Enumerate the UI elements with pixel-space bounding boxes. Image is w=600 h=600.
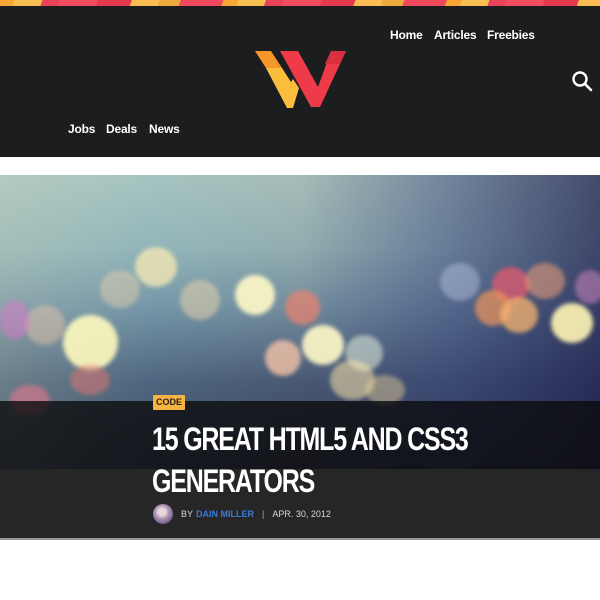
bokeh-light bbox=[180, 280, 220, 320]
article-meta: BY DAIN MILLER | APR. 30, 2012 bbox=[153, 504, 331, 524]
nav-news[interactable]: News bbox=[149, 122, 180, 136]
nav-deals[interactable]: Deals bbox=[106, 122, 137, 136]
bokeh-light bbox=[25, 305, 65, 345]
bokeh-light bbox=[265, 340, 301, 376]
bokeh-light bbox=[551, 303, 593, 343]
author-avatar[interactable] bbox=[153, 504, 173, 524]
bokeh-light bbox=[500, 297, 538, 333]
nav-freebies[interactable]: Freebies bbox=[487, 28, 535, 42]
bokeh-light bbox=[575, 270, 600, 304]
w-logo-icon[interactable] bbox=[255, 51, 347, 108]
bokeh-light bbox=[525, 263, 565, 299]
bokeh-light bbox=[135, 247, 177, 287]
bokeh-light bbox=[440, 263, 480, 301]
category-badge[interactable]: CODE bbox=[153, 395, 186, 410]
article-title-line-2: GENERATORS bbox=[152, 463, 315, 499]
search-icon[interactable] bbox=[571, 70, 593, 92]
article-title-line-1: 15 GREAT HTML5 AND CSS3 bbox=[152, 421, 469, 457]
bokeh-light bbox=[285, 290, 320, 325]
article-title[interactable]: 15 GREAT HTML5 AND CSS3 GENERATORS bbox=[152, 418, 480, 502]
nav-home[interactable]: Home bbox=[390, 28, 423, 42]
nav-jobs[interactable]: Jobs bbox=[68, 122, 95, 136]
bokeh-light bbox=[100, 270, 140, 308]
divider bbox=[0, 538, 600, 540]
bokeh-light bbox=[0, 300, 30, 340]
bokeh-light bbox=[235, 275, 275, 315]
bokeh-light bbox=[63, 315, 118, 370]
author-link[interactable]: DAIN MILLER bbox=[196, 509, 254, 519]
meta-separator: | bbox=[262, 509, 265, 519]
bokeh-light bbox=[302, 325, 344, 365]
publish-date: APR. 30, 2012 bbox=[272, 509, 331, 519]
nav-articles[interactable]: Articles bbox=[434, 28, 477, 42]
site-header: Home Articles Freebies Jobs Deals News bbox=[0, 6, 600, 157]
by-label: BY bbox=[181, 509, 194, 519]
bokeh-light bbox=[70, 365, 110, 395]
